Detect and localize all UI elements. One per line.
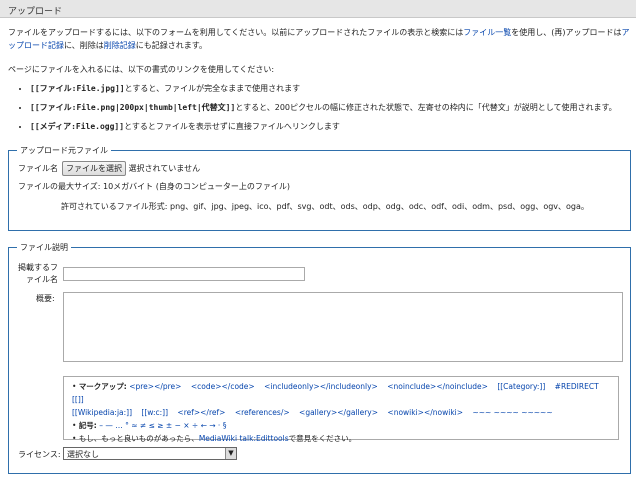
choose-file-button[interactable]: ファイルを選択 [62, 161, 126, 176]
edittools-talk-link[interactable]: MediaWiki talk:Edittools [199, 434, 289, 443]
intro-paragraph: ファイルをアップロードするには、以下のフォームを利用してください。以前にアップロ… [8, 28, 630, 50]
license-select[interactable]: 選択なし ▼ [63, 447, 237, 460]
allowed-types-text: 許可されているファイル形式: png、gif、jpg、jpeg、ico、pdf、… [61, 202, 589, 211]
summary-textarea[interactable] [63, 292, 623, 362]
file-input[interactable]: ファイルを選択 選択されていません [62, 161, 200, 176]
symbols-list[interactable]: – — … ° ≈ ≠ ≤ ≥ ± − × ÷ ← → · § [99, 421, 226, 430]
page-title: アップロード [8, 7, 63, 17]
markup-item[interactable]: ~~~ ~~~~ ~~~~~ [472, 408, 552, 417]
markup-item[interactable]: <references/> [235, 408, 290, 417]
deletion-log-link[interactable]: 削除記録 [104, 41, 136, 50]
list-item: [[メディア:File.ogg]]とするとファイルを表示せずに直接ファイルへリン… [30, 120, 634, 133]
destination-label: 掲載するフ ァイル名 [18, 263, 58, 284]
markup-item[interactable]: [[Wikipedia:ja:]] [72, 408, 132, 417]
file-name-label: ファイル名 [18, 164, 58, 173]
edittools-box: • マークアップ: <pre></pre> <code></code> <inc… [63, 376, 619, 443]
destination-filename-input[interactable] [63, 267, 305, 281]
markup-item[interactable]: <noinclude></noinclude> [387, 382, 488, 391]
list-item: [[ファイル:File.jpg]]とすると、ファイルが完全なままで使用されます [30, 82, 634, 95]
file-list-link[interactable]: ファイル一覧 [463, 28, 511, 37]
markup-item[interactable]: <gallery></gallery> [299, 408, 378, 417]
markup-item[interactable]: <code></code> [191, 382, 255, 391]
markup-item[interactable]: [[w:c:]] [141, 408, 168, 417]
chevron-down-icon: ▼ [225, 448, 236, 459]
list-item: [[ファイル:File.png|200px|thumb|left|代替文]]とす… [30, 101, 634, 114]
syntax-list: [[ファイル:File.jpg]]とすると、ファイルが完全なままで使用されます … [14, 82, 634, 139]
markup-item[interactable]: <pre></pre> [129, 382, 181, 391]
page-header: アップロード [0, 0, 636, 18]
description-legend: ファイル説明 [20, 243, 68, 252]
markup-item[interactable]: <ref></ref> [177, 408, 225, 417]
markup-item[interactable]: <includeonly></includeonly> [264, 382, 378, 391]
max-size-text: ファイルの最大サイズ: 10メガバイト (自身のコンピューター上のファイル) [18, 182, 290, 191]
embed-instructions: ページにファイルを入れるには、以下の書式のリンクを使用してください: [8, 65, 275, 74]
license-label: ライセンス: [18, 450, 61, 459]
source-legend: アップロード元ファイル [20, 146, 108, 155]
summary-label: 概要: [36, 294, 55, 303]
markup-item[interactable]: <nowiki></nowiki> [387, 408, 463, 417]
markup-item[interactable]: [[Category:]] [497, 382, 545, 391]
no-file-text: 選択されていません [128, 164, 201, 173]
license-selected-value: 選択なし [67, 450, 99, 459]
